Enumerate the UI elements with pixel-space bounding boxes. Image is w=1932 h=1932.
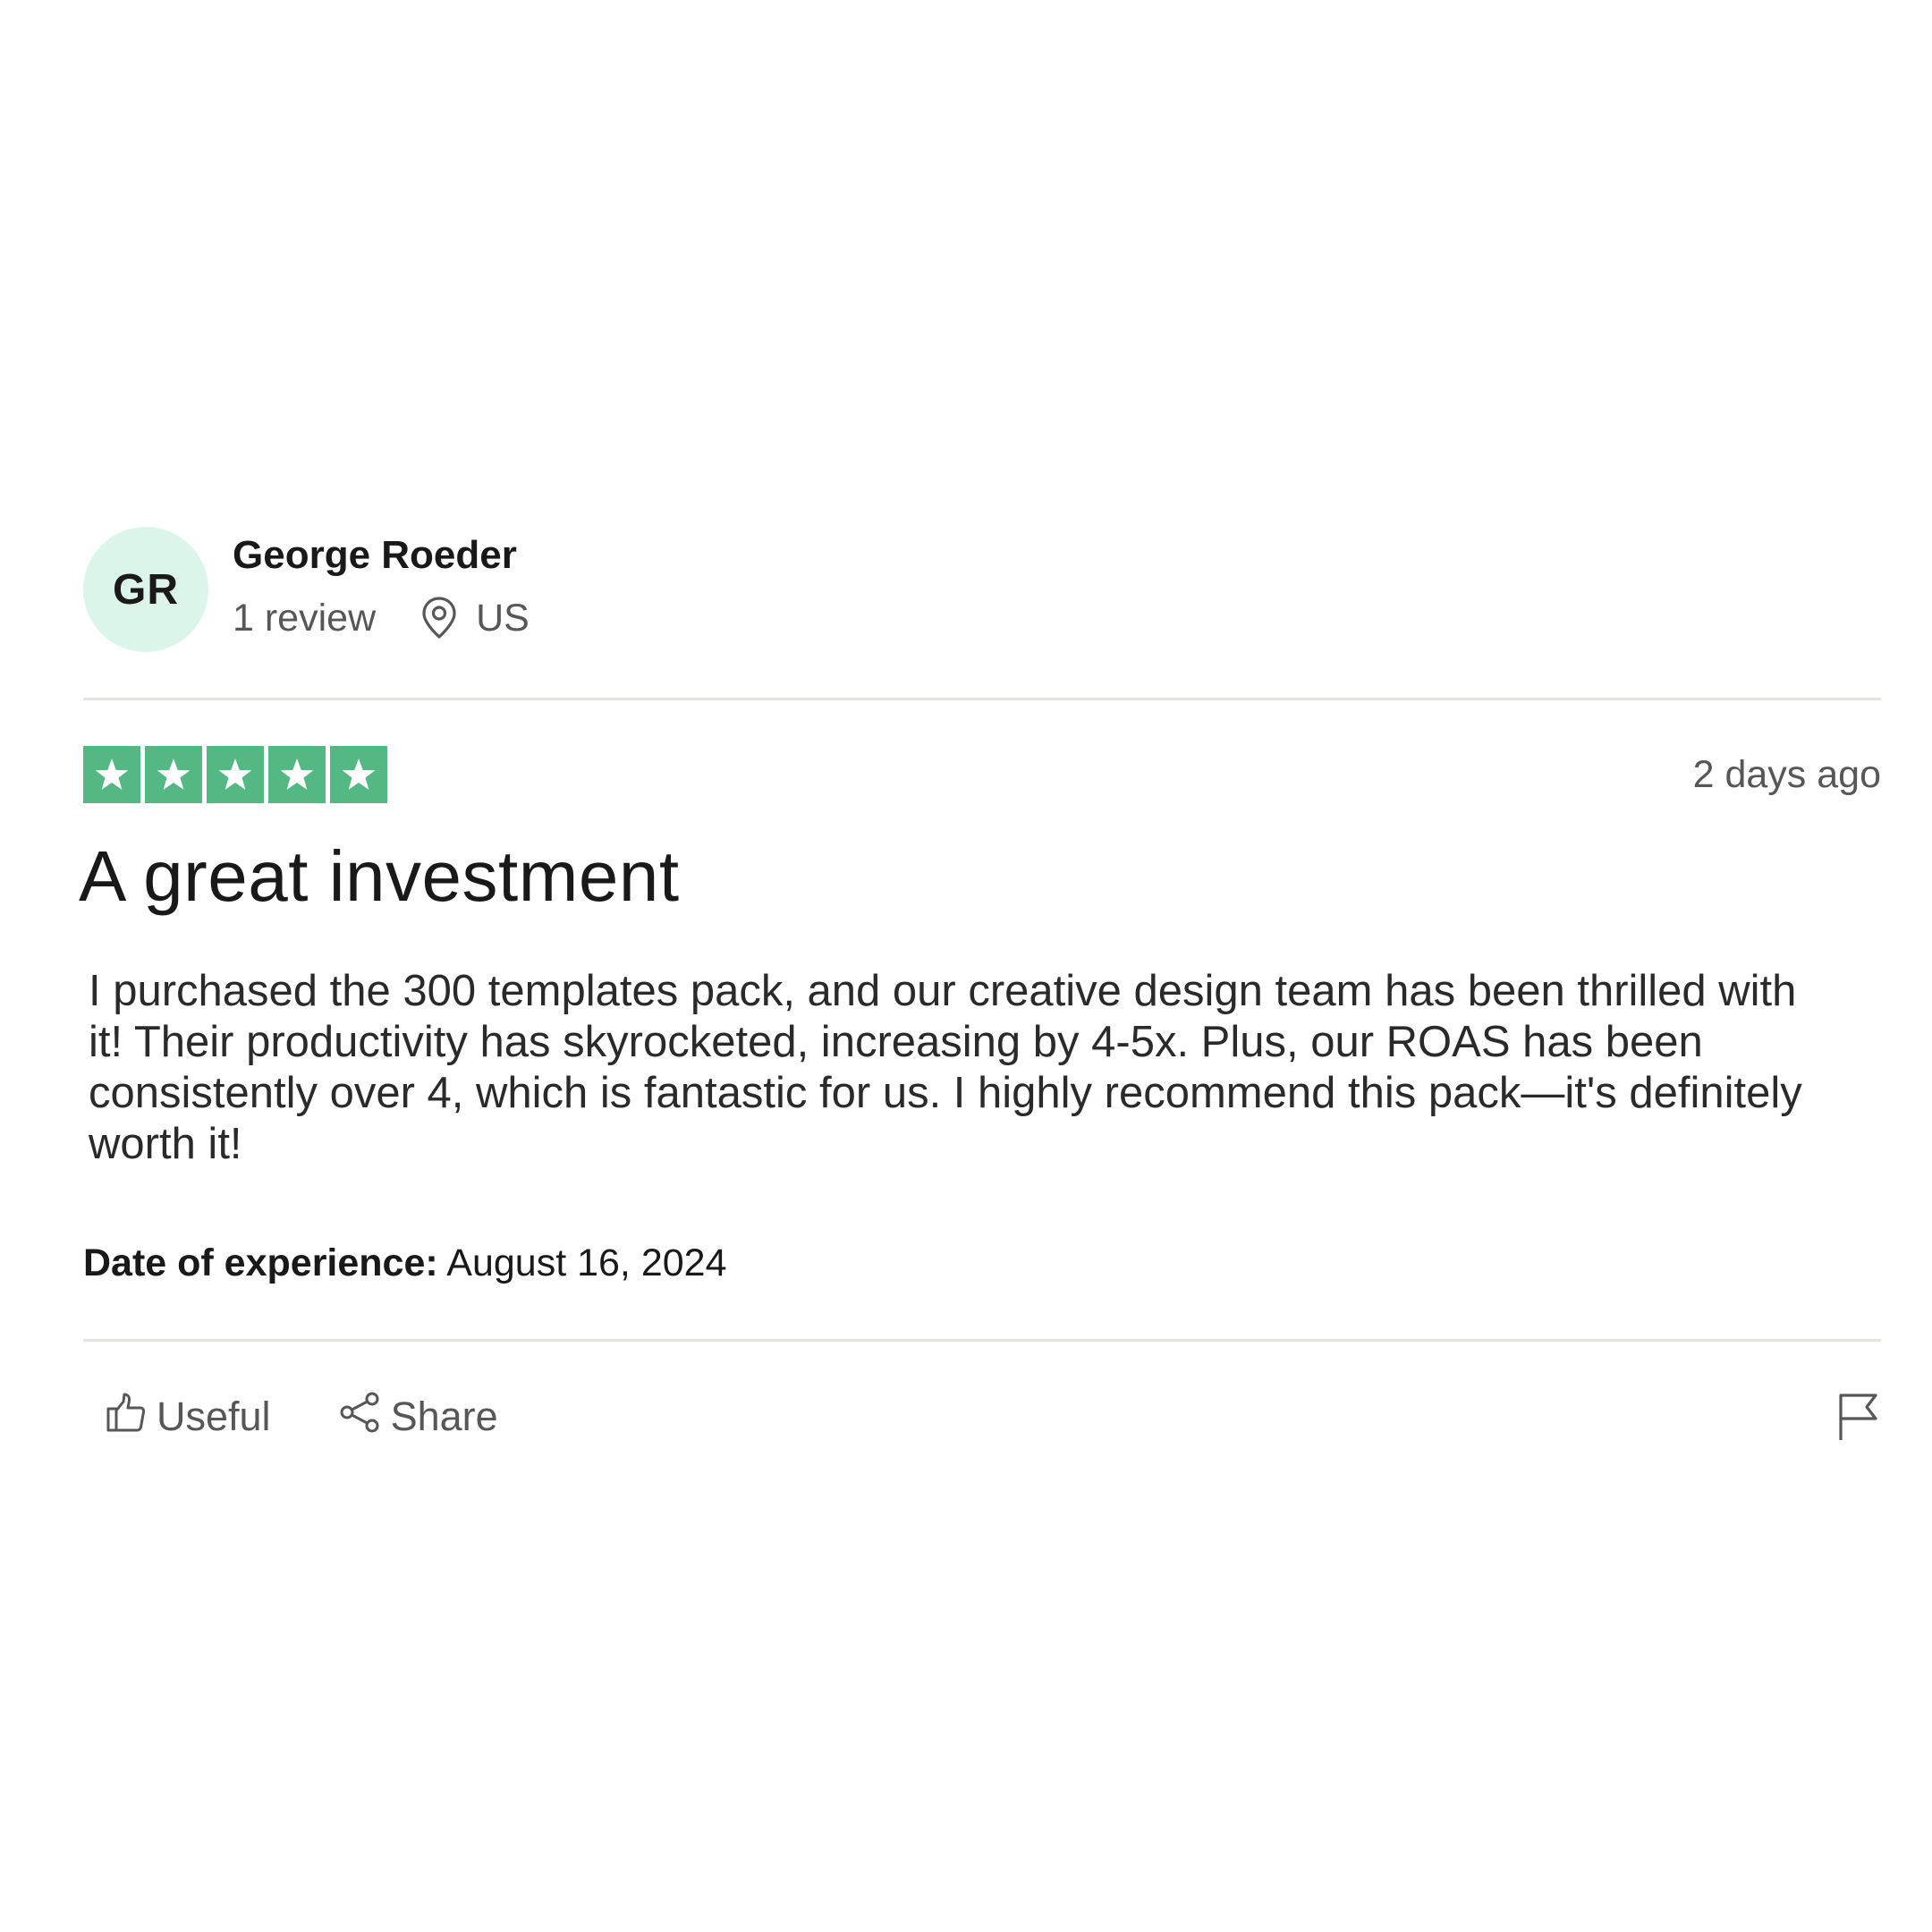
experience-date: August 16, 2024 [446, 1241, 727, 1284]
date-of-experience: Date of experience: August 16, 2024 [83, 1241, 1881, 1285]
divider [83, 1339, 1881, 1342]
star-icon [268, 746, 326, 803]
avatar[interactable]: GR [83, 527, 208, 652]
report-flag-button[interactable] [1836, 1390, 1881, 1444]
reviewer-info: George Roeder 1 review US [233, 533, 530, 640]
star-icon [330, 746, 387, 803]
star-icon [145, 746, 202, 803]
thumbs-up-icon [105, 1391, 157, 1444]
review-actions: Useful Share [83, 1390, 1881, 1444]
flag-icon [1836, 1394, 1881, 1447]
location-pin-icon [420, 596, 458, 640]
experience-label: Date of experience: [83, 1241, 438, 1284]
useful-button[interactable]: Useful [105, 1391, 271, 1444]
star-icon [207, 746, 264, 803]
review-card: GR George Roeder 1 review US 2 days ago … [79, 527, 1881, 1444]
star-icon [83, 746, 140, 803]
share-label: Share [390, 1394, 498, 1439]
share-button[interactable]: Share [339, 1391, 498, 1444]
reviewer-header: GR George Roeder 1 review US [83, 527, 1881, 652]
divider [83, 698, 1881, 700]
review-title: A great investment [79, 836, 680, 916]
star-rating [83, 746, 387, 803]
reviewer-name[interactable]: George Roeder [233, 531, 530, 580]
review-body: I purchased the 300 templates pack, and … [89, 967, 1802, 1168]
useful-label: Useful [157, 1394, 271, 1439]
share-icon [339, 1391, 391, 1444]
review-count: 1 review [233, 597, 377, 640]
rating-row: 2 days ago [83, 745, 1881, 804]
reviewer-country: US [476, 597, 530, 640]
reviewer-meta: 1 review US [233, 596, 530, 640]
review-posted-date: 2 days ago [1692, 752, 1881, 796]
